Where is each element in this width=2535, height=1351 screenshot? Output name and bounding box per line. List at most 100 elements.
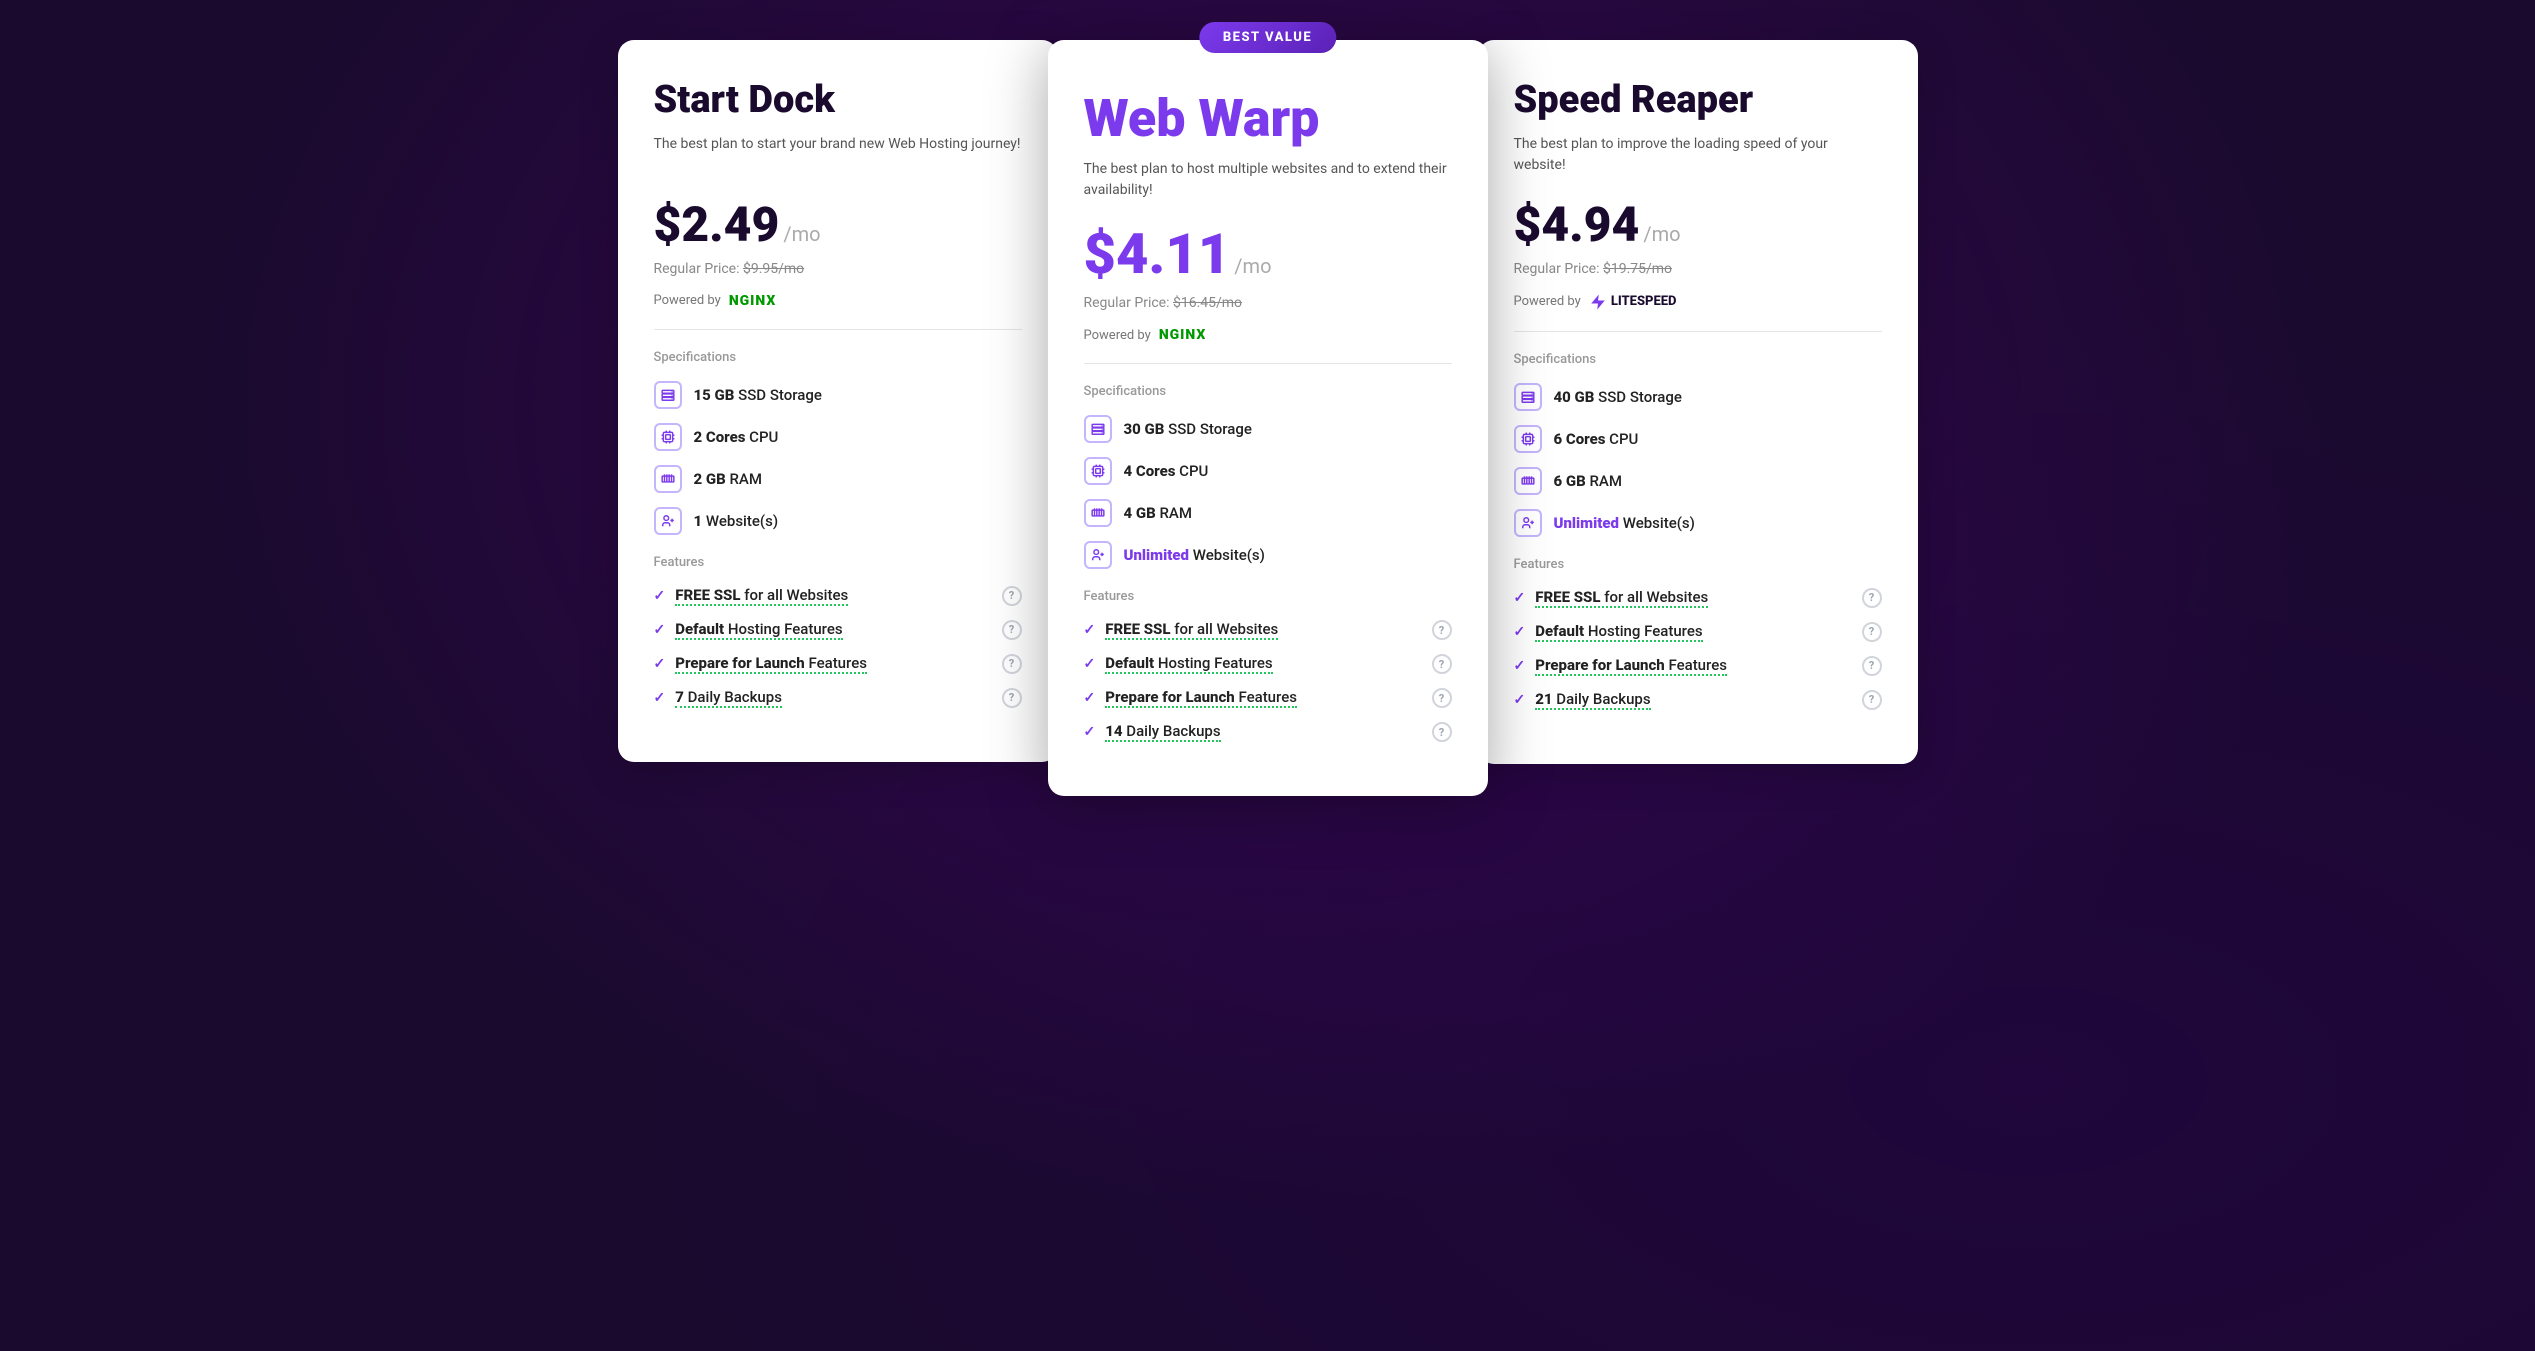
spec-text: 2 GB RAM xyxy=(694,470,762,488)
check-icon: ✓ xyxy=(1084,724,1096,740)
spec-item: 30 GB SSD Storage xyxy=(1084,415,1452,443)
feature-text: Default Hosting Features xyxy=(1105,654,1272,674)
powered-by: Powered by NGINX xyxy=(654,293,1022,309)
feature-item: ✓ Default Hosting Features ? xyxy=(1084,654,1452,674)
specs-label: Specifications xyxy=(1084,384,1452,399)
spec-text: Unlimited Website(s) xyxy=(1554,514,1695,532)
feature-item: ✓ FREE SSL for all Websites ? xyxy=(654,586,1022,606)
price-amount: $2.49 xyxy=(654,196,780,253)
feature-item: ✓ Default Hosting Features ? xyxy=(1514,622,1882,642)
plan-card-web-warp: BEST VALUE Web Warp The best plan to hos… xyxy=(1048,40,1488,796)
spec-icon-sites xyxy=(1084,541,1112,569)
powered-by-label: Powered by xyxy=(1514,294,1581,309)
spec-icon-cpu xyxy=(1084,457,1112,485)
spec-icon-storage xyxy=(1514,383,1542,411)
spec-item: Unlimited Website(s) xyxy=(1084,541,1452,569)
regular-price: Regular Price: $16.45/mo xyxy=(1084,295,1452,311)
spec-item: 4 GB RAM xyxy=(1084,499,1452,527)
feature-left: ✓ 21 Daily Backups xyxy=(1514,690,1651,710)
regular-price: Regular Price: $19.75/mo xyxy=(1514,261,1882,277)
price-row: $4.11 /mo xyxy=(1084,221,1452,287)
info-icon[interactable]: ? xyxy=(1432,722,1452,742)
specs-label: Specifications xyxy=(1514,352,1882,367)
check-icon: ✓ xyxy=(654,690,666,706)
feature-text: 7 Daily Backups xyxy=(675,688,782,708)
spec-text: 40 GB SSD Storage xyxy=(1554,388,1682,406)
feature-text: 21 Daily Backups xyxy=(1535,690,1650,710)
feature-left: ✓ Default Hosting Features xyxy=(1514,622,1703,642)
powered-by-label: Powered by xyxy=(654,293,721,308)
plan-title: Start Dock xyxy=(654,80,1022,122)
price-row: $4.94 /mo xyxy=(1514,196,1882,253)
litespeed-logo: LITESPEED xyxy=(1589,293,1677,311)
check-icon: ✓ xyxy=(1514,658,1526,674)
feature-left: ✓ Prepare for Launch Features xyxy=(654,654,867,674)
spec-item: 40 GB SSD Storage xyxy=(1514,383,1882,411)
spec-icon-ram xyxy=(1084,499,1112,527)
features-label: Features xyxy=(654,555,1022,570)
price-period: /mo xyxy=(1234,254,1271,278)
plan-desc: The best plan to improve the loading spe… xyxy=(1514,134,1882,176)
feature-text: Default Hosting Features xyxy=(1535,622,1702,642)
pricing-section: Start Dock The best plan to start your b… xyxy=(568,40,1968,796)
feature-item: ✓ 14 Daily Backups ? xyxy=(1084,722,1452,742)
divider xyxy=(1514,331,1882,332)
info-icon[interactable]: ? xyxy=(1002,654,1022,674)
spec-icon-ram xyxy=(654,465,682,493)
info-icon[interactable]: ? xyxy=(1862,690,1882,710)
spec-text: 15 GB SSD Storage xyxy=(694,386,822,404)
spec-text: Unlimited Website(s) xyxy=(1124,546,1265,564)
info-icon[interactable]: ? xyxy=(1002,688,1022,708)
info-icon[interactable]: ? xyxy=(1002,586,1022,606)
info-icon[interactable]: ? xyxy=(1432,654,1452,674)
info-icon[interactable]: ? xyxy=(1862,656,1882,676)
info-icon[interactable]: ? xyxy=(1432,688,1452,708)
check-icon: ✓ xyxy=(654,622,666,638)
plan-desc: The best plan to host multiple websites … xyxy=(1084,159,1452,201)
plan-card-speed-reaper: Speed Reaper The best plan to improve th… xyxy=(1478,40,1918,764)
spec-icon-cpu xyxy=(654,423,682,451)
feature-item: ✓ FREE SSL for all Websites ? xyxy=(1514,588,1882,608)
spec-icon-sites xyxy=(654,507,682,535)
price-period: /mo xyxy=(783,222,820,246)
feature-left: ✓ Default Hosting Features xyxy=(1084,654,1273,674)
spec-icon-storage xyxy=(654,381,682,409)
feature-item: ✓ 21 Daily Backups ? xyxy=(1514,690,1882,710)
spec-text: 6 GB RAM xyxy=(1554,472,1622,490)
feature-item: ✓ 7 Daily Backups ? xyxy=(654,688,1022,708)
spec-item: Unlimited Website(s) xyxy=(1514,509,1882,537)
feature-left: ✓ FREE SSL for all Websites xyxy=(654,586,849,606)
spec-icon-storage xyxy=(1084,415,1112,443)
feature-text: Prepare for Launch Features xyxy=(1105,688,1297,708)
features-label: Features xyxy=(1514,557,1882,572)
info-icon[interactable]: ? xyxy=(1862,588,1882,608)
plan-desc: The best plan to start your brand new We… xyxy=(654,134,1022,176)
spec-item: 15 GB SSD Storage xyxy=(654,381,1022,409)
divider xyxy=(1084,363,1452,364)
spec-icon-sites xyxy=(1514,509,1542,537)
spec-item: 2 Cores CPU xyxy=(654,423,1022,451)
spec-text: 4 Cores CPU xyxy=(1124,462,1209,480)
spec-text: 2 Cores CPU xyxy=(694,428,779,446)
price-row: $2.49 /mo xyxy=(654,196,1022,253)
info-icon[interactable]: ? xyxy=(1002,620,1022,640)
feature-text: FREE SSL for all Websites xyxy=(675,586,848,606)
check-icon: ✓ xyxy=(654,588,666,604)
best-value-badge: BEST VALUE xyxy=(1199,22,1336,53)
divider xyxy=(654,329,1022,330)
feature-text: Prepare for Launch Features xyxy=(675,654,867,674)
spec-icon-ram xyxy=(1514,467,1542,495)
feature-item: ✓ Prepare for Launch Features ? xyxy=(1514,656,1882,676)
info-icon[interactable]: ? xyxy=(1432,620,1452,640)
price-amount: $4.11 xyxy=(1084,221,1231,287)
check-icon: ✓ xyxy=(1514,590,1526,606)
powered-by: Powered by NGINX xyxy=(1084,327,1452,343)
feature-item: ✓ Default Hosting Features ? xyxy=(654,620,1022,640)
spec-item: 2 GB RAM xyxy=(654,465,1022,493)
feature-left: ✓ Default Hosting Features xyxy=(654,620,843,640)
price-period: /mo xyxy=(1643,222,1680,246)
spec-item: 6 Cores CPU xyxy=(1514,425,1882,453)
powered-by-label: Powered by xyxy=(1084,328,1151,343)
info-icon[interactable]: ? xyxy=(1862,622,1882,642)
feature-text: Default Hosting Features xyxy=(675,620,842,640)
